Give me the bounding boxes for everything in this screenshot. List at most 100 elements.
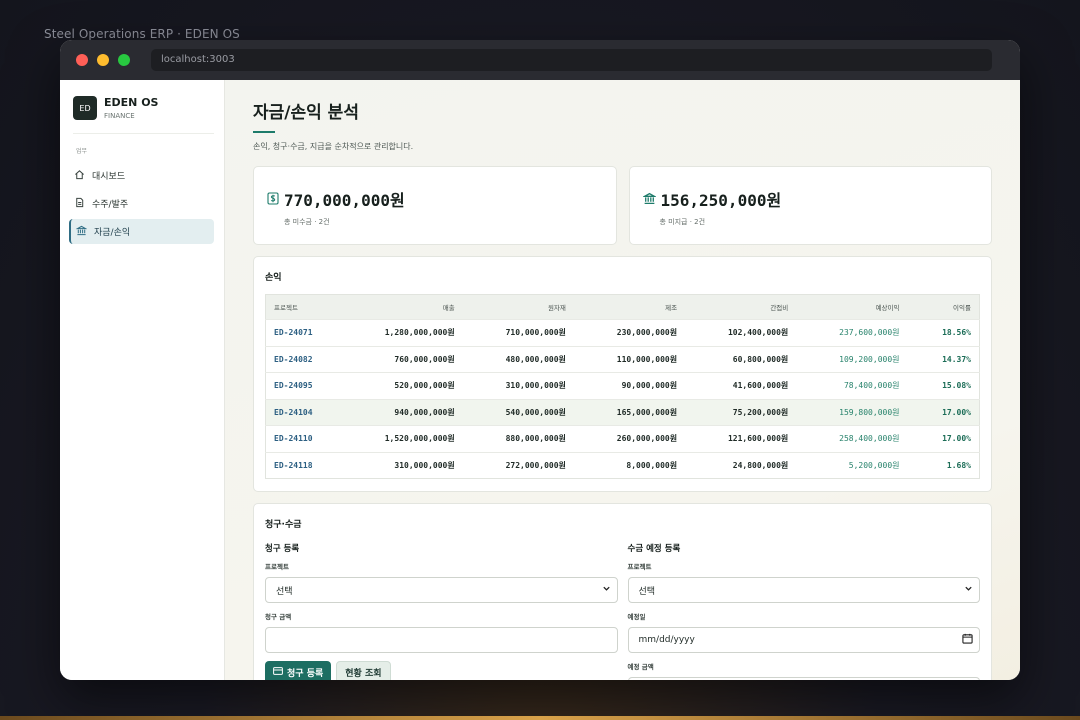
status-query-button[interactable]: 현황 조회 bbox=[336, 661, 391, 680]
overhead-cell: 41,600,000원 bbox=[685, 372, 797, 399]
table-row[interactable]: ED-24082 760,000,000원 480,000,000원 110,0… bbox=[265, 345, 980, 373]
minimize-window-button[interactable] bbox=[97, 54, 109, 66]
chevron-down-icon bbox=[602, 584, 611, 596]
project-id-cell[interactable]: ED-24104 bbox=[265, 398, 338, 426]
brand: ED EDEN OS FINANCE bbox=[73, 96, 214, 134]
overhead-cell: 60,800,000원 bbox=[685, 345, 797, 373]
browser-window: localhost:3003 ED EDEN OS FINANCE 업무 대시보… bbox=[60, 40, 1020, 680]
sales-cell: 310,000,000원 bbox=[337, 451, 463, 479]
material-cell: 540,000,000원 bbox=[462, 398, 574, 426]
profit-rate-cell: 1.68% bbox=[907, 451, 980, 479]
table-row[interactable]: ED-24110 1,520,000,000원 880,000,000원 260… bbox=[265, 425, 980, 452]
nav-section-label: 업무 bbox=[76, 148, 88, 155]
sidebar: ED EDEN OS FINANCE 업무 대시보드 수주/발주 자금/손익 bbox=[60, 80, 225, 680]
sales-cell: 760,000,000원 bbox=[337, 345, 463, 373]
table-header-row: 프로젝트 매출 원자재 제조 간접비 예상이익 이익률 bbox=[265, 294, 980, 320]
maximize-window-button[interactable] bbox=[118, 54, 130, 66]
receivables-card: 770,000,000원 총 미수금 · 2건 bbox=[253, 166, 617, 245]
browser-titlebar: localhost:3003 bbox=[60, 40, 1020, 80]
project-id-cell[interactable]: ED-24118 bbox=[265, 451, 338, 479]
invoice-submit-button[interactable]: 청구 등록 bbox=[265, 661, 332, 680]
column-header[interactable]: 예상이익 bbox=[796, 294, 908, 320]
profit-rate-cell: 15.08% bbox=[907, 372, 980, 399]
sidebar-item-label: 자금/손익 bbox=[94, 228, 131, 238]
sidebar-item-orders[interactable]: 수주/발주 bbox=[69, 191, 214, 216]
material-cell: 310,000,000원 bbox=[462, 372, 574, 399]
expected-profit-cell: 5,200,000원 bbox=[796, 451, 908, 479]
expected-profit-cell: 78,400,000원 bbox=[796, 372, 908, 399]
invoice-amount-input[interactable] bbox=[265, 627, 618, 653]
project-id-cell[interactable]: ED-24110 bbox=[265, 425, 338, 452]
collection-project-value: 선택 bbox=[638, 586, 656, 597]
page-description: 손익, 청구·수금, 지급을 순차적으로 관리합니다. bbox=[253, 142, 414, 151]
material-cell: 272,000,000원 bbox=[462, 451, 574, 479]
payables-subtitle: 총 미지급 · 2건 bbox=[659, 218, 706, 226]
collection-form-heading: 수금 예정 등록 bbox=[627, 544, 681, 554]
expected-profit-cell: 237,600,000원 bbox=[796, 319, 908, 346]
invoice-submit-label: 청구 등록 bbox=[287, 669, 324, 679]
profit-rate-cell: 18.56% bbox=[907, 319, 980, 346]
sidebar-item-label: 수주/발주 bbox=[92, 200, 129, 210]
profit-rate-cell: 14.37% bbox=[907, 345, 980, 373]
material-cell: 480,000,000원 bbox=[462, 345, 574, 373]
invoice-project-select[interactable]: 선택 bbox=[265, 577, 618, 603]
dollar-icon bbox=[267, 190, 284, 209]
billing-panel: 청구·수금 청구 등록 프로젝트 선택 청구 금액 청구 등록 현황 조회 수금… bbox=[253, 503, 992, 680]
table-row[interactable]: ED-24095 520,000,000원 310,000,000원 90,00… bbox=[265, 372, 980, 399]
manufacturing-cell: 110,000,000원 bbox=[573, 345, 686, 373]
sidebar-item-finance[interactable]: 자금/손익 bbox=[69, 219, 214, 244]
sidebar-item-dashboard[interactable]: 대시보드 bbox=[69, 163, 214, 188]
close-window-button[interactable] bbox=[76, 54, 88, 66]
invoice-form-heading: 청구 등록 bbox=[265, 544, 300, 554]
address-bar[interactable]: localhost:3003 bbox=[151, 49, 992, 71]
billing-title: 청구·수금 bbox=[265, 520, 302, 530]
bank-icon bbox=[75, 225, 94, 239]
project-id-cell[interactable]: ED-24095 bbox=[265, 372, 338, 399]
profit-loss-title: 손익 bbox=[265, 273, 282, 283]
collection-form: 수금 예정 등록 프로젝트 선택 예정일 mm/dd/yyyy 예정 금액 bbox=[627, 542, 980, 680]
expected-profit-cell: 159,800,000원 bbox=[796, 398, 908, 426]
column-header[interactable]: 이익률 bbox=[907, 294, 980, 320]
sales-cell: 940,000,000원 bbox=[337, 398, 463, 426]
manufacturing-cell: 260,000,000원 bbox=[573, 425, 686, 452]
column-header[interactable]: 간접비 bbox=[685, 294, 797, 320]
expected-profit-cell: 258,400,000원 bbox=[796, 425, 908, 452]
manufacturing-cell: 90,000,000원 bbox=[573, 372, 686, 399]
summary-cards: 770,000,000원 총 미수금 · 2건 156,250,000원 총 미… bbox=[253, 166, 992, 245]
title-underline bbox=[253, 131, 275, 133]
bank-icon bbox=[641, 190, 661, 209]
project-id-cell[interactable]: ED-24082 bbox=[265, 345, 338, 373]
page-title: 자금/손익 분석 bbox=[253, 103, 359, 123]
table-row[interactable]: ED-24071 1,280,000,000원 710,000,000원 230… bbox=[265, 319, 980, 346]
column-header[interactable]: 원자재 bbox=[462, 294, 574, 320]
project-id-cell[interactable]: ED-24071 bbox=[265, 319, 338, 346]
calendar-icon[interactable] bbox=[962, 633, 973, 647]
bottom-glow bbox=[0, 716, 1080, 720]
collection-amount-input[interactable] bbox=[627, 677, 980, 680]
invoice-project-label: 프로젝트 bbox=[265, 563, 289, 571]
profit-rate-cell: 17.00% bbox=[907, 425, 980, 452]
collection-project-select[interactable]: 선택 bbox=[627, 577, 980, 603]
invoice-project-value: 선택 bbox=[276, 586, 293, 597]
table-row[interactable]: ED-24104 940,000,000원 540,000,000원 165,0… bbox=[265, 398, 980, 426]
invoice-amount-label: 청구 금액 bbox=[265, 613, 292, 621]
material-cell: 880,000,000원 bbox=[462, 425, 574, 452]
profit-loss-panel: 손익 프로젝트 매출 원자재 제조 간접비 예상이익 이익률 ED-24071 … bbox=[253, 256, 992, 492]
chevron-down-icon bbox=[964, 584, 973, 596]
profit-rate-cell: 17.00% bbox=[907, 398, 980, 426]
overhead-cell: 121,600,000원 bbox=[685, 425, 797, 452]
column-header[interactable]: 제조 bbox=[573, 294, 686, 320]
document-icon bbox=[74, 197, 92, 211]
card-icon bbox=[273, 667, 287, 678]
brand-name: EDEN OS bbox=[104, 96, 159, 109]
column-header[interactable]: 매출 bbox=[337, 294, 463, 320]
overhead-cell: 24,800,000원 bbox=[685, 451, 797, 479]
brand-subtitle: FINANCE bbox=[104, 112, 135, 120]
column-header[interactable]: 프로젝트 bbox=[265, 294, 338, 320]
app-body: ED EDEN OS FINANCE 업무 대시보드 수주/발주 자금/손익 자… bbox=[60, 80, 1020, 680]
collection-date-input[interactable]: mm/dd/yyyy bbox=[627, 627, 980, 653]
receivables-value: 770,000,000원 bbox=[284, 191, 405, 210]
table-row[interactable]: ED-24118 310,000,000원 272,000,000원 8,000… bbox=[265, 451, 980, 479]
receivables-subtitle: 총 미수금 · 2건 bbox=[284, 218, 330, 226]
payables-value: 156,250,000원 bbox=[660, 191, 782, 210]
